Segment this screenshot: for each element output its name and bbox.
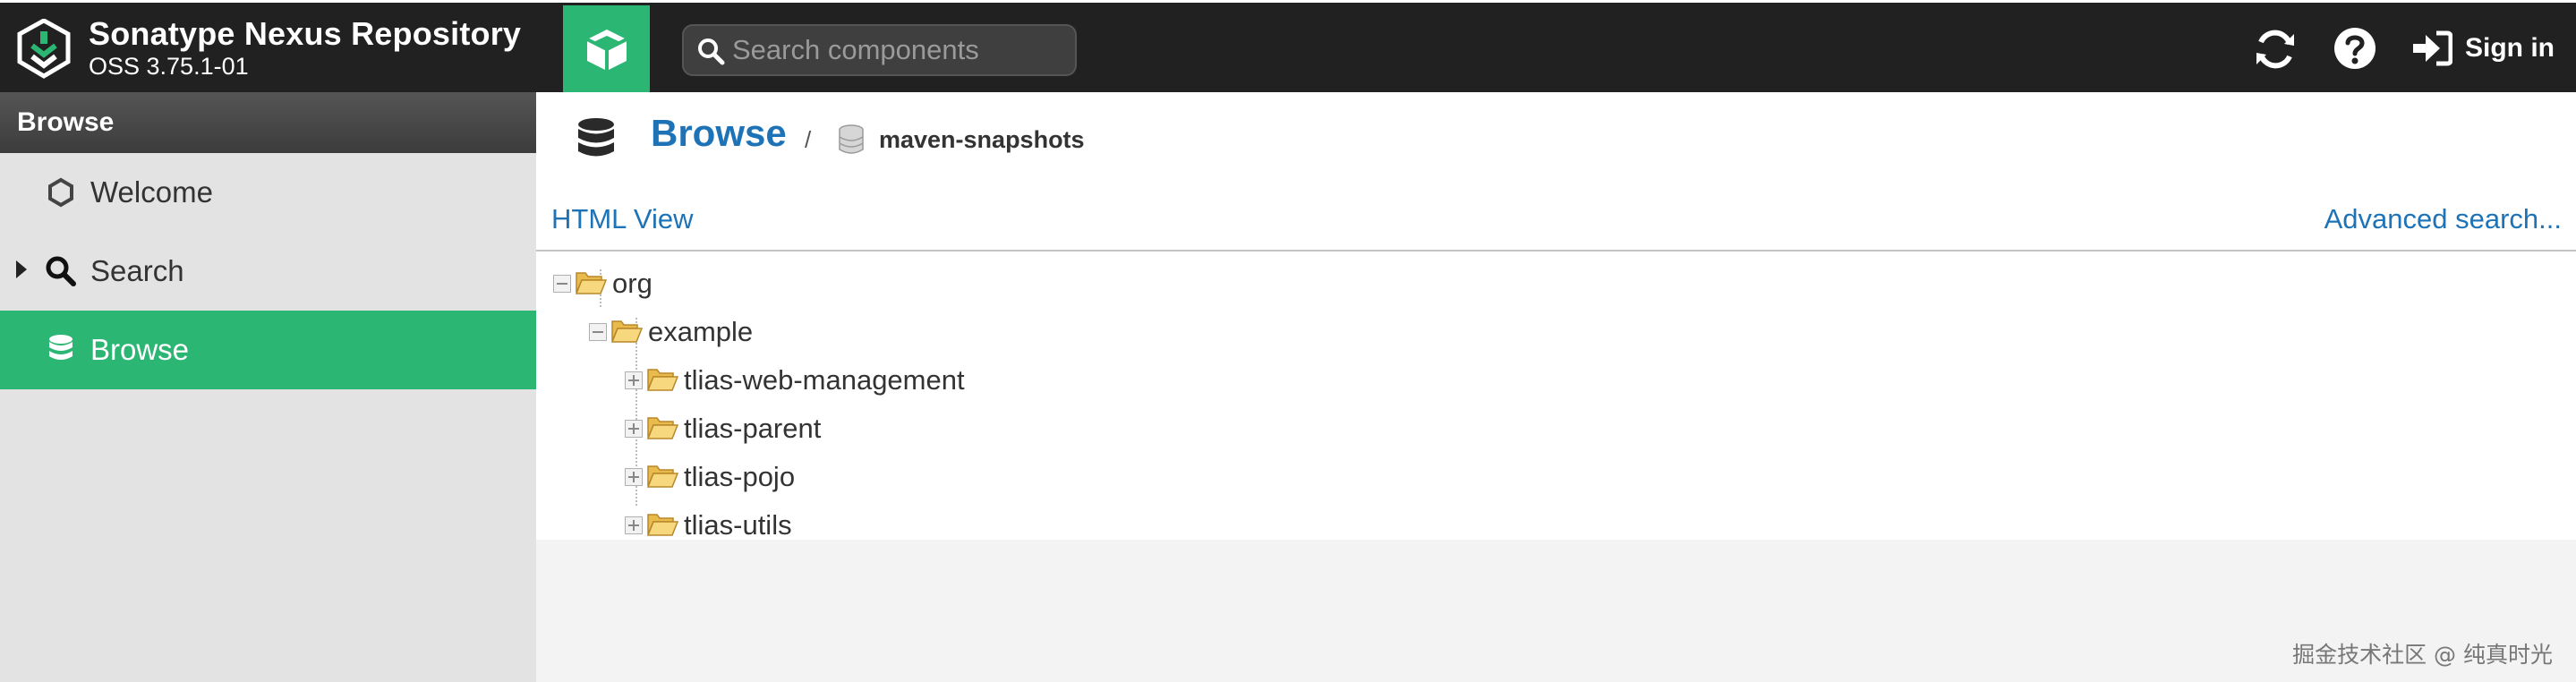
- expand-toggle[interactable]: [625, 516, 643, 534]
- app-version: OSS 3.75.1-01: [89, 53, 249, 80]
- sign-in-icon: [2413, 30, 2452, 66]
- sidebar-item-label: Browse: [90, 333, 190, 366]
- component-tree: org example tlias-web-management tlias-p…: [536, 253, 2576, 541]
- tree-node-label: org: [612, 268, 653, 299]
- sign-in-label: Sign in: [2465, 33, 2555, 63]
- refresh-icon: [2256, 30, 2294, 69]
- database-icon: [45, 334, 77, 366]
- sidebar-item-search[interactable]: Search: [0, 232, 536, 311]
- search-box[interactable]: [682, 24, 1077, 76]
- browse-toolbar: HTML View Advanced search...: [536, 191, 2576, 251]
- hexagon-icon: [45, 176, 77, 209]
- breadcrumb-repository: maven-snapshots: [879, 126, 1085, 153]
- watermark: 掘金技术社区 @ 纯真时光: [2292, 642, 2553, 668]
- browse-panel: Browse / maven-snapshots HTML View Advan…: [536, 92, 2576, 541]
- sidebar-item-browse[interactable]: Browse: [0, 311, 536, 389]
- expand-toggle[interactable]: [625, 468, 643, 486]
- tree-node-label: tlias-parent: [684, 413, 822, 444]
- tree-node-label: example: [648, 316, 754, 347]
- cube-icon: [585, 30, 627, 71]
- tree-node-label: tlias-pojo: [684, 461, 796, 492]
- browse-mode-button[interactable]: [563, 5, 650, 95]
- folder-open-icon: [575, 272, 607, 294]
- breadcrumb-separator: /: [805, 126, 812, 153]
- folder-open-icon: [646, 514, 678, 536]
- folder-open-icon: [610, 320, 643, 343]
- main-content: Browse / maven-snapshots HTML View Advan…: [536, 92, 2576, 682]
- collapse-toggle[interactable]: [589, 323, 607, 341]
- breadcrumb-browse-link[interactable]: Browse: [651, 112, 787, 155]
- search-icon: [698, 38, 725, 65]
- expand-toggle[interactable]: [625, 371, 643, 389]
- html-view-link[interactable]: HTML View: [551, 203, 693, 235]
- app-title: Sonatype Nexus Repository: [89, 15, 522, 52]
- expand-toggle[interactable]: [625, 420, 643, 438]
- repository-icon: [839, 124, 864, 154]
- collapse-toggle[interactable]: [553, 275, 571, 293]
- help-icon: [2334, 28, 2376, 69]
- sign-in-button[interactable]: Sign in: [2411, 30, 2555, 67]
- advanced-search-link[interactable]: Advanced search...: [2324, 203, 2562, 235]
- help-button[interactable]: [2333, 26, 2377, 71]
- folder-open-icon: [646, 465, 678, 488]
- refresh-button[interactable]: [2252, 26, 2299, 72]
- breadcrumb: Browse / maven-snapshots: [536, 92, 2576, 191]
- caret-right-icon[interactable]: [14, 259, 29, 280]
- sidebar-item-label: Welcome: [90, 175, 213, 209]
- folder-open-icon: [646, 369, 678, 391]
- search-input[interactable]: [732, 33, 1063, 67]
- sidebar: Browse Welcome Search Browse: [0, 92, 536, 682]
- logo-icon: [17, 19, 71, 79]
- search-icon: [45, 255, 77, 287]
- database-icon: [578, 118, 614, 157]
- sidebar-item-welcome[interactable]: Welcome: [0, 153, 536, 232]
- tree-node-label: tlias-web-management: [684, 364, 965, 396]
- sidebar-title: Browse: [0, 92, 536, 153]
- folder-open-icon: [646, 417, 678, 439]
- sidebar-item-label: Search: [90, 254, 184, 287]
- tree-node-label: tlias-utils: [684, 509, 792, 541]
- top-header: Sonatype Nexus Repository OSS 3.75.1-01: [0, 0, 2576, 95]
